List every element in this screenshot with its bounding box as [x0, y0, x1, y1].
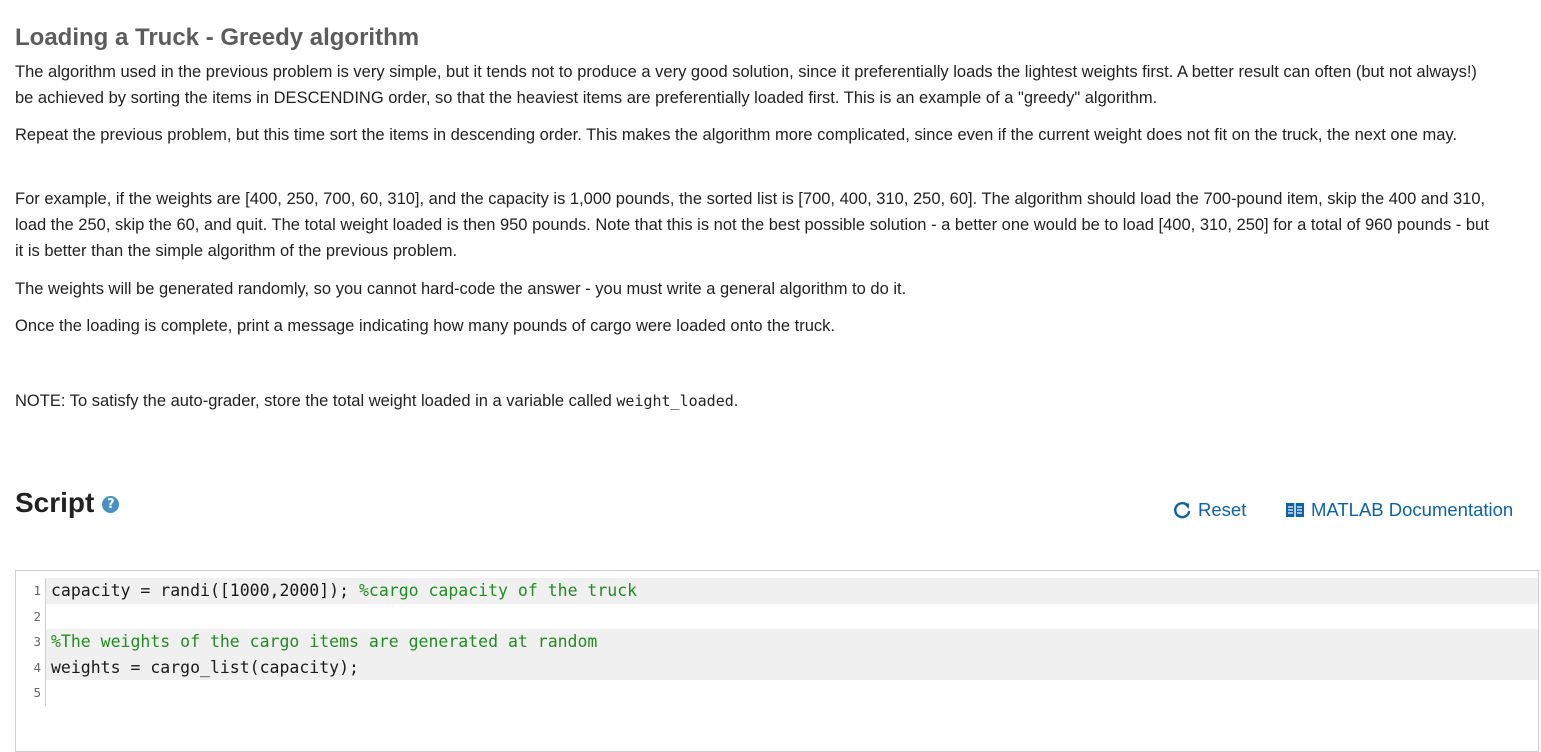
code-statement: capacity = randi([1000,2000]); — [51, 581, 359, 601]
book-icon — [1286, 503, 1304, 517]
line-number: 5 — [16, 680, 46, 706]
code-comment: %The weights of the cargo items are gene… — [51, 632, 598, 652]
script-title: Script — [15, 487, 95, 518]
code-line[interactable]: 2 — [16, 603, 1538, 629]
code-line[interactable]: 5 — [16, 680, 1538, 706]
code-editor[interactable]: 1 capacity = randi([1000,2000]); %cargo … — [15, 570, 1539, 752]
help-icon[interactable]: ? — [102, 495, 120, 513]
code-text[interactable]: %The weights of the cargo items are gene… — [46, 632, 597, 651]
reset-icon — [1174, 501, 1191, 519]
code-line[interactable]: 4 weights = cargo_list(capacity); — [16, 654, 1538, 680]
line-number: 2 — [16, 603, 46, 629]
line-number: 1 — [16, 578, 46, 604]
paragraph-example: For example, if the weights are [400, 25… — [15, 190, 1489, 260]
reset-button[interactable]: Reset — [1172, 499, 1246, 521]
code-line[interactable]: 3 %The weights of the cargo items are ge… — [16, 629, 1538, 655]
paragraph-print: Once the loading is complete, print a me… — [15, 317, 835, 335]
line-number: 4 — [16, 654, 46, 680]
note-end: . — [733, 392, 739, 410]
docs-label: MATLAB Documentation — [1311, 499, 1514, 520]
script-heading: Script ? — [15, 487, 120, 519]
reset-label: Reset — [1198, 499, 1247, 520]
note-text: NOTE: To satisfy the auto-grader, store … — [15, 392, 617, 410]
code-line[interactable]: 1 capacity = randi([1000,2000]); %cargo … — [16, 578, 1538, 604]
paragraph-random: The weights will be generated randomly, … — [15, 280, 907, 298]
note-variable: weight_loaded — [616, 392, 734, 410]
code-comment: %cargo capacity of the truck — [358, 581, 638, 601]
code-text[interactable]: weights = cargo_list(capacity); — [46, 658, 359, 677]
paragraph-note: NOTE: To satisfy the auto-grader, store … — [15, 388, 1490, 414]
code-text[interactable]: capacity = randi([1000,2000]); %cargo ca… — [46, 581, 637, 600]
paragraph-intro: The algorithm used in the previous probl… — [15, 63, 1477, 107]
problem-title: Loading a Truck - Greedy algorithm — [15, 24, 420, 51]
code-statement: weights = cargo_list(capacity); — [51, 657, 359, 677]
paragraph-task: Repeat the previous problem, but this ti… — [15, 126, 1458, 144]
matlab-documentation-link[interactable]: MATLAB Documentation — [1285, 499, 1513, 521]
line-number: 3 — [16, 629, 46, 655]
